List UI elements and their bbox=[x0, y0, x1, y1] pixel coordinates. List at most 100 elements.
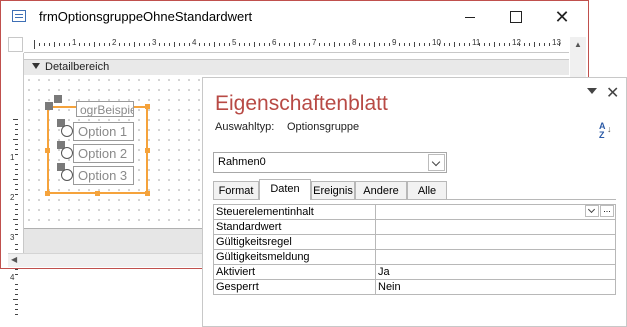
ruler-tick bbox=[184, 43, 185, 46]
tab-ereignis[interactable]: Ereignis bbox=[311, 181, 355, 199]
ruler-tick bbox=[15, 194, 18, 195]
ruler-tick bbox=[44, 43, 45, 46]
close-button[interactable]: ✕ bbox=[539, 1, 585, 33]
table-row[interactable]: Gültigkeitsregel bbox=[213, 234, 616, 250]
property-name[interactable]: Standardwert bbox=[213, 219, 376, 235]
ruler-tick bbox=[269, 43, 270, 46]
ruler-tick bbox=[499, 43, 500, 46]
sort-icon[interactable]: A Z ↓ bbox=[597, 122, 612, 140]
scroll-left-icon[interactable]: ◀ bbox=[11, 255, 17, 264]
form-icon bbox=[12, 10, 26, 22]
form-window-title: frmOptionsgruppeOhneStandardwert bbox=[39, 9, 253, 24]
tab-daten[interactable]: Daten bbox=[259, 179, 311, 200]
resize-handle[interactable] bbox=[145, 191, 150, 196]
detail-section-bar[interactable]: Detailbereich bbox=[24, 59, 569, 76]
ruler-tick bbox=[15, 234, 18, 235]
ruler-tick bbox=[204, 43, 205, 46]
ruler-tick bbox=[15, 184, 18, 185]
table-row[interactable]: Gesperrt Nein bbox=[213, 279, 616, 295]
option-label-3[interactable]: Option 3 bbox=[73, 166, 134, 185]
option-radio-3[interactable] bbox=[61, 169, 73, 181]
ruler-tick bbox=[364, 43, 365, 46]
property-value-field[interactable] bbox=[375, 219, 616, 235]
option-label-2[interactable]: Option 2 bbox=[73, 144, 134, 163]
form-selector[interactable] bbox=[8, 37, 23, 52]
property-name[interactable]: Gültigkeitsregel bbox=[213, 234, 376, 250]
object-selector-combo[interactable]: Rahmen0 bbox=[213, 152, 447, 173]
property-value-field[interactable] bbox=[375, 249, 616, 265]
ruler-tick bbox=[324, 43, 325, 46]
ruler-number: 5 bbox=[232, 38, 237, 47]
ruler-tick bbox=[169, 43, 170, 46]
tab-alle[interactable]: Alle bbox=[407, 181, 447, 199]
table-row[interactable]: Aktiviert Ja bbox=[213, 264, 616, 280]
ruler-tick bbox=[284, 43, 285, 46]
property-value-field[interactable]: Nein bbox=[375, 279, 616, 295]
property-name[interactable]: Aktiviert bbox=[213, 264, 376, 280]
form-title-bar[interactable]: frmOptionsgruppeOhneStandardwert ✕ bbox=[1, 1, 588, 33]
ruler-tick bbox=[15, 169, 18, 170]
ruler-tick bbox=[429, 43, 430, 46]
ruler-number: 9 bbox=[392, 38, 397, 47]
chevron-down-icon[interactable] bbox=[428, 154, 445, 171]
section-collapse-icon bbox=[32, 63, 40, 69]
table-row[interactable]: Steuerelementinhalt ... bbox=[213, 204, 616, 220]
tab-andere[interactable]: Andere bbox=[355, 181, 407, 199]
ruler-tick bbox=[15, 134, 18, 135]
option-label-1[interactable]: Option 1 bbox=[73, 122, 134, 141]
property-value-field[interactable] bbox=[375, 234, 616, 250]
horizontal-ruler[interactable]: 1 2 3 4 5 6 7 8 9 10 11 12 13 bbox=[24, 37, 569, 53]
vertical-ruler[interactable]: 1 2 3 4 bbox=[8, 53, 24, 315]
table-row[interactable]: Standardwert bbox=[213, 219, 616, 235]
chevron-down-icon[interactable] bbox=[587, 88, 597, 94]
builder-button[interactable]: ... bbox=[600, 205, 614, 217]
ruler-tick bbox=[15, 204, 18, 205]
resize-handle[interactable] bbox=[45, 148, 50, 153]
ruler-tick bbox=[419, 43, 420, 46]
ruler-tick bbox=[34, 40, 35, 49]
ruler-tick bbox=[129, 43, 130, 46]
ruler-tick bbox=[389, 43, 390, 46]
ruler-tick bbox=[144, 43, 145, 46]
ruler-tick bbox=[174, 42, 175, 47]
ruler-tick bbox=[339, 43, 340, 46]
ruler-tick bbox=[94, 42, 95, 47]
option-radio-1[interactable] bbox=[61, 125, 73, 137]
ruler-number: 4 bbox=[10, 273, 15, 282]
ruler-tick bbox=[469, 43, 470, 46]
ruler-tick bbox=[249, 43, 250, 46]
resize-handle[interactable] bbox=[95, 191, 100, 196]
ruler-tick bbox=[329, 43, 330, 46]
resize-handle[interactable] bbox=[145, 148, 150, 153]
scroll-up-icon[interactable]: ▲ bbox=[574, 40, 582, 49]
ruler-tick bbox=[49, 43, 50, 46]
resize-handle[interactable] bbox=[145, 104, 150, 109]
ruler-number: 4 bbox=[192, 38, 197, 47]
ruler-tick bbox=[479, 43, 480, 46]
property-name[interactable]: Gültigkeitsmeldung bbox=[213, 249, 376, 265]
option-radio-2[interactable] bbox=[61, 147, 73, 159]
ruler-tick bbox=[15, 129, 18, 130]
ruler-tick bbox=[15, 144, 18, 145]
maximize-button[interactable] bbox=[493, 1, 539, 33]
resize-handle[interactable] bbox=[45, 191, 50, 196]
move-handle[interactable] bbox=[45, 102, 53, 110]
minimize-button[interactable] bbox=[447, 1, 493, 33]
ruler-tick bbox=[15, 229, 18, 230]
property-value-field[interactable]: Ja bbox=[375, 264, 616, 280]
close-icon[interactable]: ✕ bbox=[606, 83, 619, 103]
property-name[interactable]: Steuerelementinhalt bbox=[213, 204, 376, 220]
option-group-label[interactable]: ogrBeispiel bbox=[76, 101, 134, 117]
tab-format[interactable]: Format bbox=[213, 181, 259, 199]
chevron-down-icon[interactable] bbox=[585, 205, 599, 217]
ruler-tick bbox=[439, 43, 440, 46]
property-name[interactable]: Gesperrt bbox=[213, 279, 376, 295]
ruler-tick bbox=[309, 43, 310, 46]
table-row[interactable]: Gültigkeitsmeldung bbox=[213, 249, 616, 265]
ruler-tick bbox=[149, 43, 150, 46]
move-handle[interactable] bbox=[54, 95, 62, 103]
property-value-field[interactable]: ... bbox=[375, 204, 616, 220]
ruler-tick bbox=[424, 43, 425, 46]
ruler-tick bbox=[119, 43, 120, 46]
ruler-tick bbox=[289, 43, 290, 46]
